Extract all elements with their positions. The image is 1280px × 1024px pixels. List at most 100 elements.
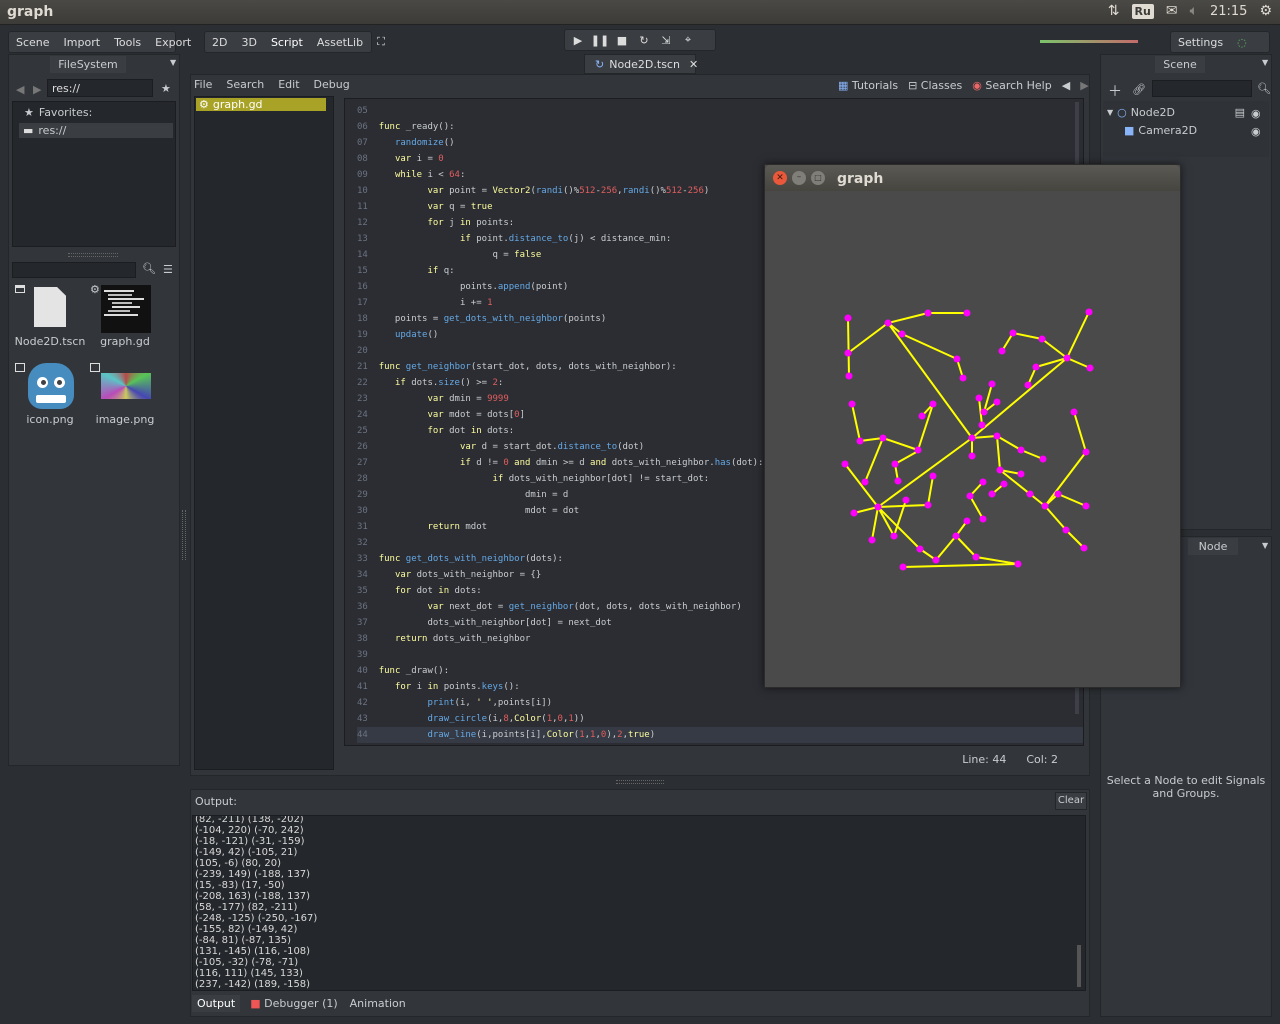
tab-animation[interactable]: Animation xyxy=(350,997,406,1010)
script-attached-icon[interactable]: ▤ xyxy=(1235,106,1245,119)
scene-tab[interactable]: ↻ Node2D.tscn ✕ xyxy=(584,54,698,74)
file-search-input[interactable] xyxy=(12,262,136,278)
file-name: Node2D.tscn xyxy=(14,335,86,348)
favorites-item[interactable]: ★ Favorites: xyxy=(24,106,92,119)
tab-debugger[interactable]: ■ Debugger (1) xyxy=(250,997,337,1010)
play-scene-icon[interactable]: ↻ xyxy=(633,30,655,50)
gear-icon[interactable]: ⚙ xyxy=(1259,3,1272,19)
filesystem-tab[interactable]: FileSystem xyxy=(50,56,126,73)
script-menu-edit[interactable]: Edit xyxy=(278,78,299,91)
output-line: (15, -83) (17, -50) xyxy=(195,880,285,891)
menu-export[interactable]: Export xyxy=(148,36,198,49)
play-custom-icon[interactable]: ⇲ xyxy=(655,30,677,50)
error-icon: ■ xyxy=(250,997,261,1010)
system-top-bar: graph ⇅ Ru ✉ 🔈︎ 21:15 ⚙ xyxy=(0,0,1280,25)
code-line[interactable]: 43 draw_circle(i,8,Color(1,0,1)) xyxy=(357,711,1083,727)
add-node-icon[interactable]: ＋ xyxy=(1108,81,1122,101)
script-menu-debug[interactable]: Debug xyxy=(314,78,350,91)
tree-node-node2d[interactable]: ▼ ○ Node2D ▤ xyxy=(1107,106,1267,119)
menu-import[interactable]: Import xyxy=(57,36,108,49)
keyboard-layout-indicator[interactable]: Ru xyxy=(1131,3,1154,19)
nav-forward-icon[interactable]: ▶ xyxy=(33,83,41,96)
file-item-image-png[interactable]: image.png xyxy=(88,361,162,429)
nav-back-icon[interactable]: ◀ xyxy=(16,83,24,96)
script-menu-file[interactable]: File xyxy=(194,78,212,91)
network-icon[interactable]: ⇅ xyxy=(1108,3,1120,19)
favorite-star-icon[interactable]: ★ xyxy=(161,82,171,95)
tutorials-link[interactable]: ▦ Tutorials xyxy=(838,79,898,92)
mode-3d[interactable]: 3D xyxy=(234,36,263,49)
collapse-arrow-icon[interactable]: ▼ xyxy=(1107,108,1113,117)
scene-filter-input[interactable] xyxy=(1152,80,1252,97)
node-dock-tab[interactable]: Node xyxy=(1188,538,1238,555)
output-line: (-104, 220) (-70, 242) xyxy=(195,825,304,836)
visibility-icon[interactable]: ◉ xyxy=(1251,125,1261,138)
file-item-node2d[interactable]: Node2D.tscn xyxy=(14,283,86,351)
code-line[interactable]: 05 xyxy=(357,103,1083,119)
instance-icon[interactable]: 🔗︎ xyxy=(1132,83,1146,96)
dock-menu-icon[interactable]: ▼ xyxy=(170,58,176,67)
dock-menu-icon[interactable]: ▼ xyxy=(1262,58,1268,67)
mode-assetlib[interactable]: AssetLib xyxy=(310,36,370,49)
visibility-icon[interactable]: ◉ xyxy=(1251,107,1261,120)
script-thumbnail xyxy=(101,285,151,333)
mode-script[interactable]: Script xyxy=(264,36,310,49)
output-scrollbar[interactable] xyxy=(1077,945,1081,987)
volume-icon[interactable]: 🔈︎ xyxy=(1190,3,1198,19)
next-script-icon[interactable]: ▶ xyxy=(1080,79,1088,92)
minimize-window-icon[interactable]: – xyxy=(792,171,806,185)
display-mode-icon[interactable]: ☰ xyxy=(163,263,173,276)
node-label: Camera2D xyxy=(1138,124,1198,137)
search-icon[interactable]: 🔍︎ xyxy=(142,262,156,275)
bottom-split-handle[interactable] xyxy=(616,780,664,784)
main-menu: Scene Import Tools Export xyxy=(8,31,191,53)
menu-tools[interactable]: Tools xyxy=(107,36,148,49)
output-log[interactable]: (82, -211) (138, -202) (-104, 220) (-70, … xyxy=(192,815,1086,991)
distraction-free-icon[interactable]: ⛶ xyxy=(370,35,392,49)
script-list xyxy=(194,96,334,770)
debug-options-icon[interactable]: ⌖ xyxy=(677,30,699,50)
close-tab-icon[interactable]: ✕ xyxy=(689,58,698,71)
code-line[interactable]: 44 draw_line(i,points[i],Color(1,1,0),2,… xyxy=(357,727,1083,743)
scene-dock-tab[interactable]: Scene xyxy=(1155,56,1205,73)
output-line: (-84, 81) (-87, 135) xyxy=(195,935,291,946)
clock[interactable]: 21:15 xyxy=(1210,4,1247,19)
game-window-titlebar[interactable]: ✕ – □ graph xyxy=(765,165,1180,191)
close-window-icon[interactable]: ✕ xyxy=(773,171,787,185)
file-item-graph-gd[interactable]: ⚙ graph.gd xyxy=(88,283,162,351)
prev-script-icon[interactable]: ◀ xyxy=(1062,79,1070,92)
game-window[interactable]: ✕ – □ graph xyxy=(764,164,1181,688)
mode-2d[interactable]: 2D xyxy=(205,36,234,49)
left-split-handle[interactable] xyxy=(182,510,186,560)
file-icon xyxy=(34,287,66,327)
search-icon[interactable]: 🔍︎ xyxy=(1257,82,1271,95)
code-line[interactable]: 42 print(i, ' ',points[i]) xyxy=(357,695,1083,711)
help-links: ▦ Tutorials ⊟ Classes ◉ Search Help ◀ ▶ xyxy=(838,79,1089,92)
stop-icon[interactable]: ■ xyxy=(611,30,633,50)
maximize-window-icon[interactable]: □ xyxy=(811,171,825,185)
editor-mode-bar: 2D 3D Script AssetLib ⛶ xyxy=(204,31,385,53)
output-line: (-105, -32) (-78, -71) xyxy=(195,957,299,968)
dock-menu-icon[interactable]: ▼ xyxy=(1262,541,1268,550)
code-line[interactable]: 07 randomize() xyxy=(357,135,1083,151)
res-folder-item[interactable]: ▬ res:// xyxy=(19,123,173,138)
mail-icon[interactable]: ✉ xyxy=(1166,3,1178,19)
output-line: (-239, 149) (-188, 137) xyxy=(195,869,311,880)
pause-icon[interactable]: ❚❚ xyxy=(589,30,611,50)
classes-link[interactable]: ⊟ Classes xyxy=(908,79,962,92)
clear-output-button[interactable]: Clear xyxy=(1055,792,1087,810)
path-field[interactable]: res:// xyxy=(47,79,153,97)
play-icon[interactable]: ▶ xyxy=(567,30,589,50)
godot-logo-icon xyxy=(28,363,74,409)
script-menu-search[interactable]: Search xyxy=(226,78,264,91)
script-list-item[interactable]: ⚙ graph.gd xyxy=(196,98,326,111)
menu-scene[interactable]: Scene xyxy=(9,36,57,49)
tab-output[interactable]: Output xyxy=(192,995,241,1012)
split-handle[interactable] xyxy=(68,253,118,257)
tree-node-camera2d[interactable]: ■ Camera2D xyxy=(1124,124,1197,137)
output-line: (-208, 163) (-188, 137) xyxy=(195,891,311,902)
file-item-icon-png[interactable]: icon.png xyxy=(14,361,86,429)
code-line[interactable]: 06 func _ready(): xyxy=(357,119,1083,135)
settings-menu[interactable]: Settings xyxy=(1171,36,1230,49)
search-help-link[interactable]: ◉ Search Help xyxy=(972,79,1051,92)
